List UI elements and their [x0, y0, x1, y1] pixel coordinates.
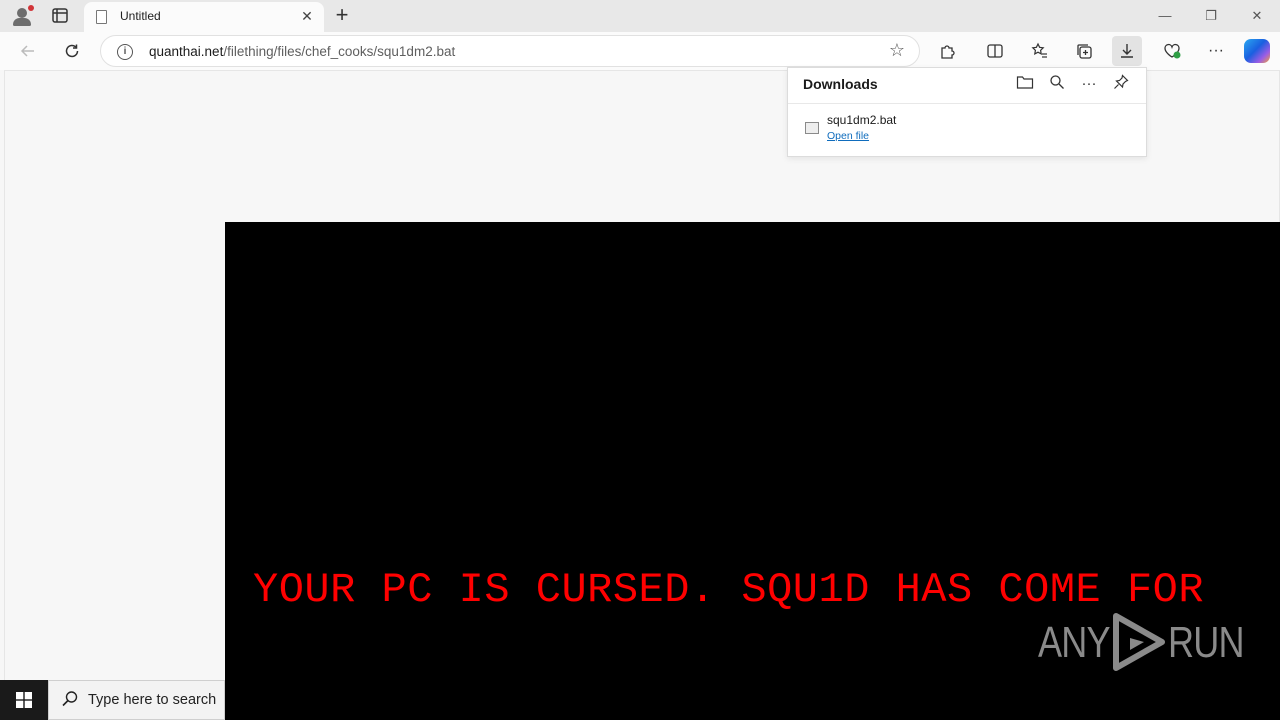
more-options-icon[interactable]: ···: [1201, 36, 1231, 66]
anyrun-watermark: ANY RUN: [1038, 613, 1245, 671]
split-screen-icon[interactable]: [980, 36, 1010, 66]
close-window-button[interactable]: ✕: [1234, 0, 1280, 32]
download-file-name: squ1dm2.bat: [827, 113, 897, 127]
collections-icon[interactable]: [1069, 36, 1099, 66]
downloads-title: Downloads: [803, 76, 878, 92]
profile-icon[interactable]: [8, 4, 36, 28]
downloads-icon[interactable]: [1112, 36, 1142, 66]
downloads-panel: Downloads ··· squ1dm2.bat Open file: [787, 67, 1147, 157]
file-icon: [805, 122, 819, 134]
pin-icon[interactable]: [1110, 74, 1132, 94]
close-tab-icon[interactable]: ✕: [298, 7, 316, 25]
taskbar: Type here to search: [0, 680, 225, 720]
tab-title: Untitled: [120, 9, 161, 23]
title-bar: Untitled ✕ + — ❐ ✕: [0, 0, 1280, 32]
extensions-icon[interactable]: [932, 36, 962, 66]
search-icon: [61, 690, 79, 713]
refresh-icon[interactable]: [57, 36, 87, 66]
url-text[interactable]: quanthai.net/filething/files/chef_cooks/…: [149, 44, 455, 59]
console-window[interactable]: YOUR PC IS CURSED. SQU1D HAS COME FOR AN…: [225, 222, 1280, 720]
search-icon[interactable]: [1046, 74, 1068, 94]
open-folder-icon[interactable]: [1014, 74, 1036, 94]
downloads-divider: [788, 103, 1146, 104]
site-info-icon[interactable]: i: [117, 44, 133, 60]
browser-toolbar: i quanthai.net/filething/files/chef_cook…: [0, 32, 1280, 70]
search-placeholder: Type here to search: [88, 692, 217, 708]
document-icon: [96, 10, 107, 24]
start-button[interactable]: [0, 680, 48, 720]
taskbar-search[interactable]: Type here to search: [48, 680, 225, 720]
favorite-star-icon[interactable]: ☆: [889, 40, 905, 61]
new-tab-button[interactable]: +: [330, 4, 354, 28]
tab-untitled[interactable]: Untitled ✕: [84, 2, 324, 32]
favorites-icon[interactable]: [1025, 36, 1055, 66]
minimize-button[interactable]: —: [1142, 0, 1188, 32]
open-file-link[interactable]: Open file: [827, 130, 869, 142]
tab-actions-icon[interactable]: [46, 4, 74, 28]
back-icon[interactable]: [13, 36, 43, 66]
browser-essentials-icon[interactable]: [1157, 36, 1187, 66]
more-icon[interactable]: ···: [1078, 74, 1100, 94]
address-bar[interactable]: i quanthai.net/filething/files/chef_cook…: [100, 35, 920, 67]
copilot-icon[interactable]: [1244, 39, 1270, 63]
restore-button[interactable]: ❐: [1188, 0, 1234, 32]
